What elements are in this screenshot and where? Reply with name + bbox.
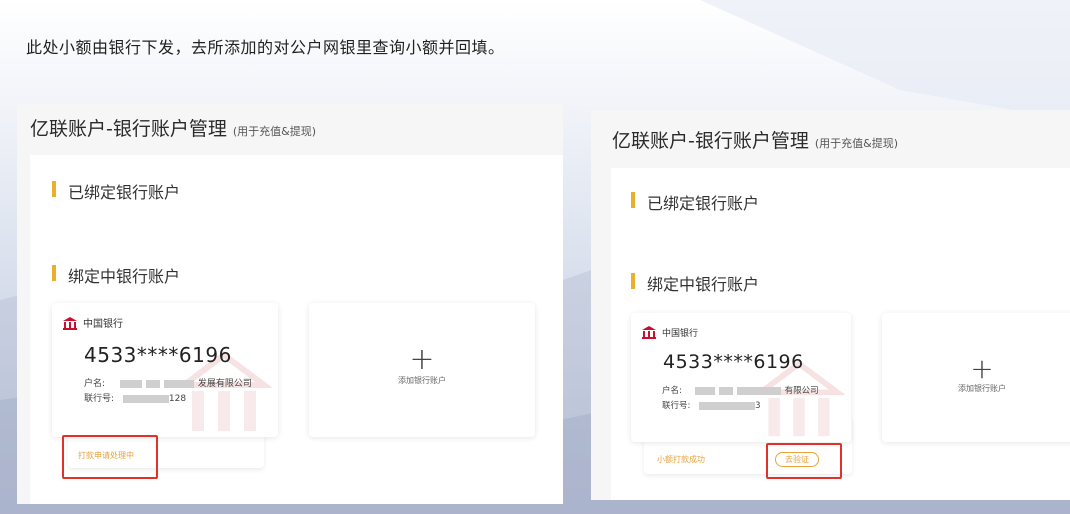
bank-code-value: 3 (755, 401, 761, 411)
bank-code-label: 联行号: (84, 394, 115, 404)
section-bound-accounts: 已绑定银行账户 (631, 190, 759, 214)
bank-code-value: 128 (168, 394, 187, 404)
add-bank-account-label: 添加银行账户 (958, 384, 1006, 393)
redacted-block (145, 379, 160, 388)
bank-name: 中国银行 (83, 319, 123, 330)
add-bank-account-button[interactable]: + 添加银行账户 (882, 313, 1070, 442)
add-bank-account-label: 添加银行账户 (398, 376, 446, 385)
account-name-row: 户名: 有限公司 (662, 384, 819, 399)
instruction-text: 此处小额由银行下发，去所添加的对公户网银里查询小额并回填。 (26, 38, 505, 57)
bank-name-row: 中国银行 (62, 315, 123, 330)
section-bound-accounts: 已绑定银行账户 (52, 179, 180, 203)
card-number: 4533****6196 (663, 351, 804, 373)
bank-code-row: 联行号: 3 (662, 399, 819, 414)
redacted-block (699, 401, 756, 410)
bank-code-label: 联行号: (662, 401, 691, 411)
highlight-box (62, 435, 158, 479)
panel-title: 亿联账户-银行账户管理 (用于充值&提现) (30, 114, 316, 141)
redacted-block (736, 386, 781, 395)
account-name-row: 户名: 发展有限公司 (84, 377, 252, 392)
bank-card[interactable]: 中国银行 4533****6196 户名: 有限公司 联行号: 3 (631, 313, 851, 442)
section-binding-accounts: 绑定中银行账户 (52, 263, 180, 287)
panel-title: 亿联账户-银行账户管理 (用于充值&提现) (612, 126, 898, 153)
plus-icon: + (970, 352, 994, 385)
status-success-text: 小额打款成功 (657, 455, 705, 464)
account-name-value: 发展有限公司 (197, 379, 252, 389)
panel-title-text: 亿联账户-银行账户管理 (30, 118, 227, 140)
panel-subtitle: (用于充值&提现) (814, 137, 899, 150)
bank-building-icon (62, 316, 78, 330)
account-name-label: 户名: (84, 379, 106, 389)
redacted-block (122, 394, 169, 403)
redacted-block (119, 379, 142, 388)
redacted-block (694, 386, 715, 395)
account-name-value: 有限公司 (784, 386, 819, 396)
card-info: 户名: 发展有限公司 联行号: 128 (84, 377, 252, 407)
account-management-panel-left: 亿联账户-银行账户管理 (用于充值&提现) 已绑定银行账户 绑定中银行账户 打款申… (17, 104, 563, 504)
panel-content: 已绑定银行账户 绑定中银行账户 小额打款成功 去验证 中国银行 4533****… (611, 168, 1070, 500)
card-info: 户名: 有限公司 联行号: 3 (662, 384, 819, 414)
redacted-block (718, 386, 733, 395)
bank-building-icon (641, 325, 657, 339)
bank-name: 中国银行 (662, 328, 699, 339)
section-binding-accounts: 绑定中银行账户 (631, 271, 759, 295)
highlight-box (766, 443, 842, 479)
bank-code-row: 联行号: 128 (84, 392, 252, 407)
redacted-block (163, 379, 194, 388)
account-management-panel-right: 亿联账户-银行账户管理 (用于充值&提现) 已绑定银行账户 绑定中银行账户 小额打… (591, 110, 1070, 500)
panel-title-text: 亿联账户-银行账户管理 (612, 130, 809, 152)
bank-name-row: 中国银行 (641, 325, 698, 339)
panel-subtitle: (用于充值&提现) (232, 125, 317, 138)
account-name-label: 户名: (662, 386, 682, 396)
plus-icon: + (409, 342, 435, 377)
card-number: 4533****6196 (84, 343, 232, 367)
bank-card[interactable]: 中国银行 4533****6196 户名: 发展有限公司 联行号: 128 (52, 303, 278, 437)
add-bank-account-button[interactable]: + 添加银行账户 (309, 303, 535, 437)
panel-content: 已绑定银行账户 绑定中银行账户 打款申请处理中 中国银行 4533****619… (30, 155, 563, 504)
